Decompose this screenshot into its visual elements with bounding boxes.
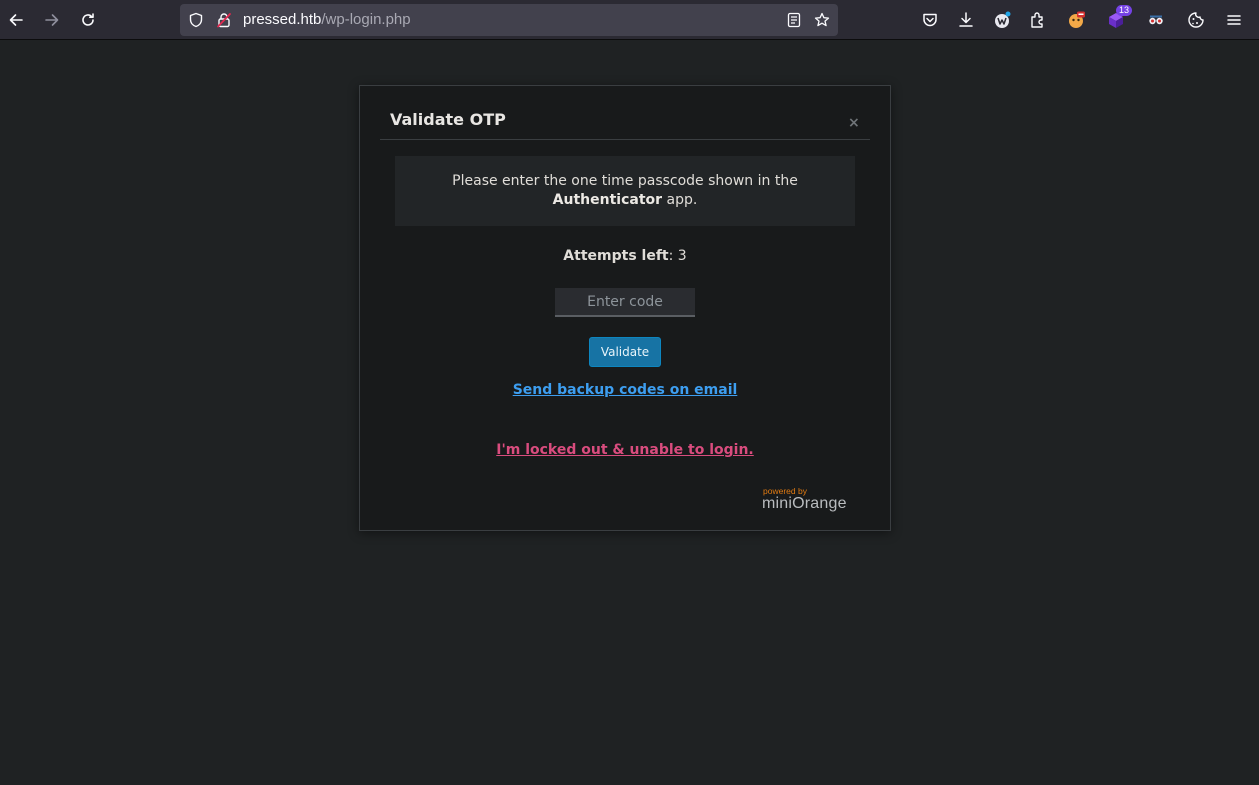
wappalyzer-icon	[995, 11, 1011, 28]
cookie-icon	[1188, 12, 1204, 28]
extension-cookie-button[interactable]	[1186, 10, 1206, 30]
forward-button[interactable]	[40, 8, 64, 32]
back-button[interactable]	[4, 8, 28, 32]
url-host: pressed.htb	[243, 11, 322, 28]
extension-badge: 13	[1115, 5, 1132, 16]
extension-wappalyzer-button[interactable]	[992, 10, 1012, 30]
reload-icon	[82, 13, 94, 26]
attempts-left: Attempts left: 3	[360, 248, 890, 264]
otp-code-input[interactable]	[555, 288, 695, 317]
url-path: /wp-login.php	[321, 11, 411, 28]
miniorange-logo: powered by miniOrange	[762, 486, 854, 516]
locked-out-link[interactable]: I'm locked out & unable to login.	[360, 442, 890, 458]
hamburger-menu-icon	[1227, 15, 1241, 25]
url-bar[interactable]: pressed.htb/wp-login.php	[180, 4, 838, 36]
pocket-icon	[923, 13, 937, 27]
attempts-label: Attempts left	[563, 248, 669, 264]
instruction-suffix: app.	[662, 192, 698, 208]
modal-title: Validate OTP	[390, 110, 506, 129]
attempts-separator: :	[668, 248, 678, 264]
otp-modal: Validate OTP × Please enter the one time…	[359, 85, 891, 531]
extension-cookie-editor-button[interactable]	[1066, 10, 1086, 30]
extensions-button[interactable]	[1028, 10, 1048, 30]
authenticator-label: Authenticator	[552, 192, 663, 208]
download-icon	[959, 12, 973, 27]
downloads-button[interactable]	[956, 10, 976, 30]
reader-view-icon[interactable]	[786, 12, 802, 28]
puzzle-piece-icon	[1031, 12, 1043, 28]
instruction-box: Please enter the one time passcode shown…	[395, 156, 855, 226]
arrow-left-icon	[9, 14, 23, 26]
extension-purple-button[interactable]: 13	[1106, 5, 1132, 30]
extension-spy-button[interactable]	[1146, 10, 1166, 30]
brand-text: miniOrange	[762, 495, 847, 512]
close-icon[interactable]: ×	[848, 115, 860, 131]
insecure-lock-icon[interactable]	[216, 12, 232, 28]
modal-divider	[380, 139, 870, 140]
spy-glasses-icon	[1149, 15, 1163, 25]
bookmark-star-icon[interactable]	[814, 12, 830, 28]
pocket-button[interactable]	[920, 10, 940, 30]
instruction-text: Please enter the one time passcode shown…	[452, 173, 798, 189]
browser-toolbar: pressed.htb/wp-login.php 13	[0, 0, 1259, 40]
url-text[interactable]: pressed.htb/wp-login.php	[243, 11, 411, 28]
validate-button[interactable]: Validate	[589, 337, 661, 367]
cookie-face-icon	[1069, 11, 1085, 28]
attempts-count: 3	[677, 248, 687, 264]
app-menu-button[interactable]	[1224, 10, 1244, 30]
reload-button[interactable]	[76, 8, 100, 32]
tracking-shield-icon[interactable]	[188, 12, 204, 28]
send-backup-codes-link[interactable]: Send backup codes on email	[360, 382, 890, 398]
arrow-right-icon	[45, 14, 59, 26]
